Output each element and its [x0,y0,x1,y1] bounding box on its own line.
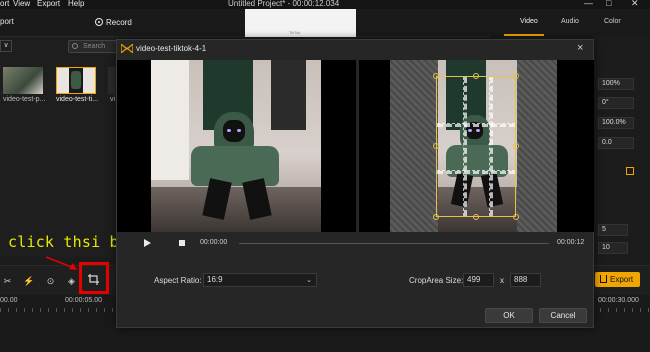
property-tabs: Video Audio Color [490,9,650,37]
aspect-ratio-select[interactable]: 16:9 ⌄ [203,273,317,287]
rotation-field[interactable]: 0° [598,97,634,109]
crop-handle[interactable] [513,143,519,149]
preview-canvas: TikTok [245,9,356,37]
media-thumbnail-selected[interactable] [56,67,96,94]
media-item-label: video-test-ti... [56,96,99,103]
ruler-label: 00:00:30.000 [598,297,639,304]
ok-button[interactable]: OK [485,308,533,323]
crop-handle[interactable] [433,214,439,220]
preview-watermark: TikTok [289,30,301,35]
export-label: Export [610,275,634,284]
crop-handle[interactable] [513,73,519,79]
tab-audio[interactable]: Audio [561,18,579,25]
crop-handle[interactable] [473,214,479,220]
keyframe-icon[interactable]: ◈ [66,276,77,287]
menu-item-view[interactable]: View [13,0,30,8]
dialog-titlebar: video-test-tiktok-4-1 × [117,40,593,57]
record-label: Record [106,18,132,27]
ruler-label: 00:00:05.00 [65,297,102,304]
search-placeholder: Search [83,43,106,50]
export-icon [600,275,607,283]
media-thumbnail[interactable] [3,67,43,94]
crop-handle[interactable] [433,143,439,149]
properties-panel: 100% 0° 100.0% 0.0 5 10 [590,37,650,267]
aspect-ratio-label: Aspect Ratio: [154,276,202,285]
crop-size-separator: x [500,276,504,285]
tab-color[interactable]: Color [604,18,621,25]
record-button[interactable]: Record [95,17,132,27]
cropped-out-area [390,60,438,232]
active-tab-indicator [504,34,544,36]
maximize-icon[interactable]: □ [606,0,611,8]
current-time: 00:00:00 [200,239,228,246]
blur-field[interactable]: 0.0 [598,137,634,149]
crop-handle[interactable] [433,73,439,79]
original-preview [117,60,356,232]
media-search-input[interactable]: Search [68,40,120,53]
menu-item-help[interactable]: Help [68,0,84,8]
crop-handle[interactable] [473,73,479,79]
app-window: ort View Export Help Untitled Project* -… [0,0,650,352]
crop-height-input[interactable]: 888 [510,273,541,287]
export-button[interactable]: Export [595,272,640,287]
menu-bar: ort View Export Help Untitled Project* -… [0,0,650,9]
menu-item-file[interactable]: ort [0,0,9,8]
stop-icon[interactable] [179,240,185,246]
chevron-down-icon: ⌄ [306,277,312,284]
play-icon[interactable] [144,239,151,247]
crop-rectangle[interactable] [436,76,516,217]
value-field[interactable]: 10 [598,242,628,254]
crop-size-label: CropArea Size: [409,276,464,285]
opacity-field[interactable]: 100.0% [598,117,634,129]
aspect-ratio-value: 16:9 [207,275,223,284]
close-window-icon[interactable]: ✕ [631,0,639,9]
search-icon [72,43,78,49]
playback-scrubber[interactable] [239,243,549,244]
dialog-title: video-test-tiktok-4-1 [136,44,207,53]
video-frame [151,60,321,232]
scissors-icon[interactable]: ✂ [2,276,13,287]
cancel-button[interactable]: Cancel [539,308,587,323]
app-logo-icon [121,44,133,53]
tab-video[interactable]: Video [520,18,538,25]
playback-controls: 00:00:00 00:00:12 [117,237,593,251]
import-export-button[interactable]: port [0,17,14,26]
crop-dialog: video-test-tiktok-4-1 × 00:00:00 00:00:1… [116,39,594,328]
value-field[interactable]: 5 [598,224,628,236]
speed-icon[interactable]: ⊙ [45,276,56,287]
close-icon[interactable]: × [577,42,583,54]
keyframe-checkbox[interactable] [626,167,634,175]
cropped-out-area [517,60,557,232]
media-item-label: vi [110,96,116,103]
minimize-icon[interactable]: — [584,0,593,8]
ruler-label: 00.00 [0,297,18,304]
media-library: ∨ Search video-test-p... video-test-ti..… [0,37,125,257]
crop-width-input[interactable]: 499 [463,273,494,287]
split-icon[interactable]: ⚡ [23,276,34,287]
crop-preview[interactable] [359,60,594,232]
crop-handle[interactable] [513,214,519,220]
menu-item-export[interactable]: Export [37,0,60,8]
window-title: Untitled Project* - 00:00:12.034 [228,0,340,8]
total-time: 00:00:12 [557,239,585,246]
media-item-label: video-test-p... [3,96,46,103]
record-icon [95,18,103,26]
media-filter-dropdown[interactable]: ∨ [0,40,12,52]
scale-field[interactable]: 100% [598,78,634,90]
annotation-arrow-icon [45,256,77,270]
